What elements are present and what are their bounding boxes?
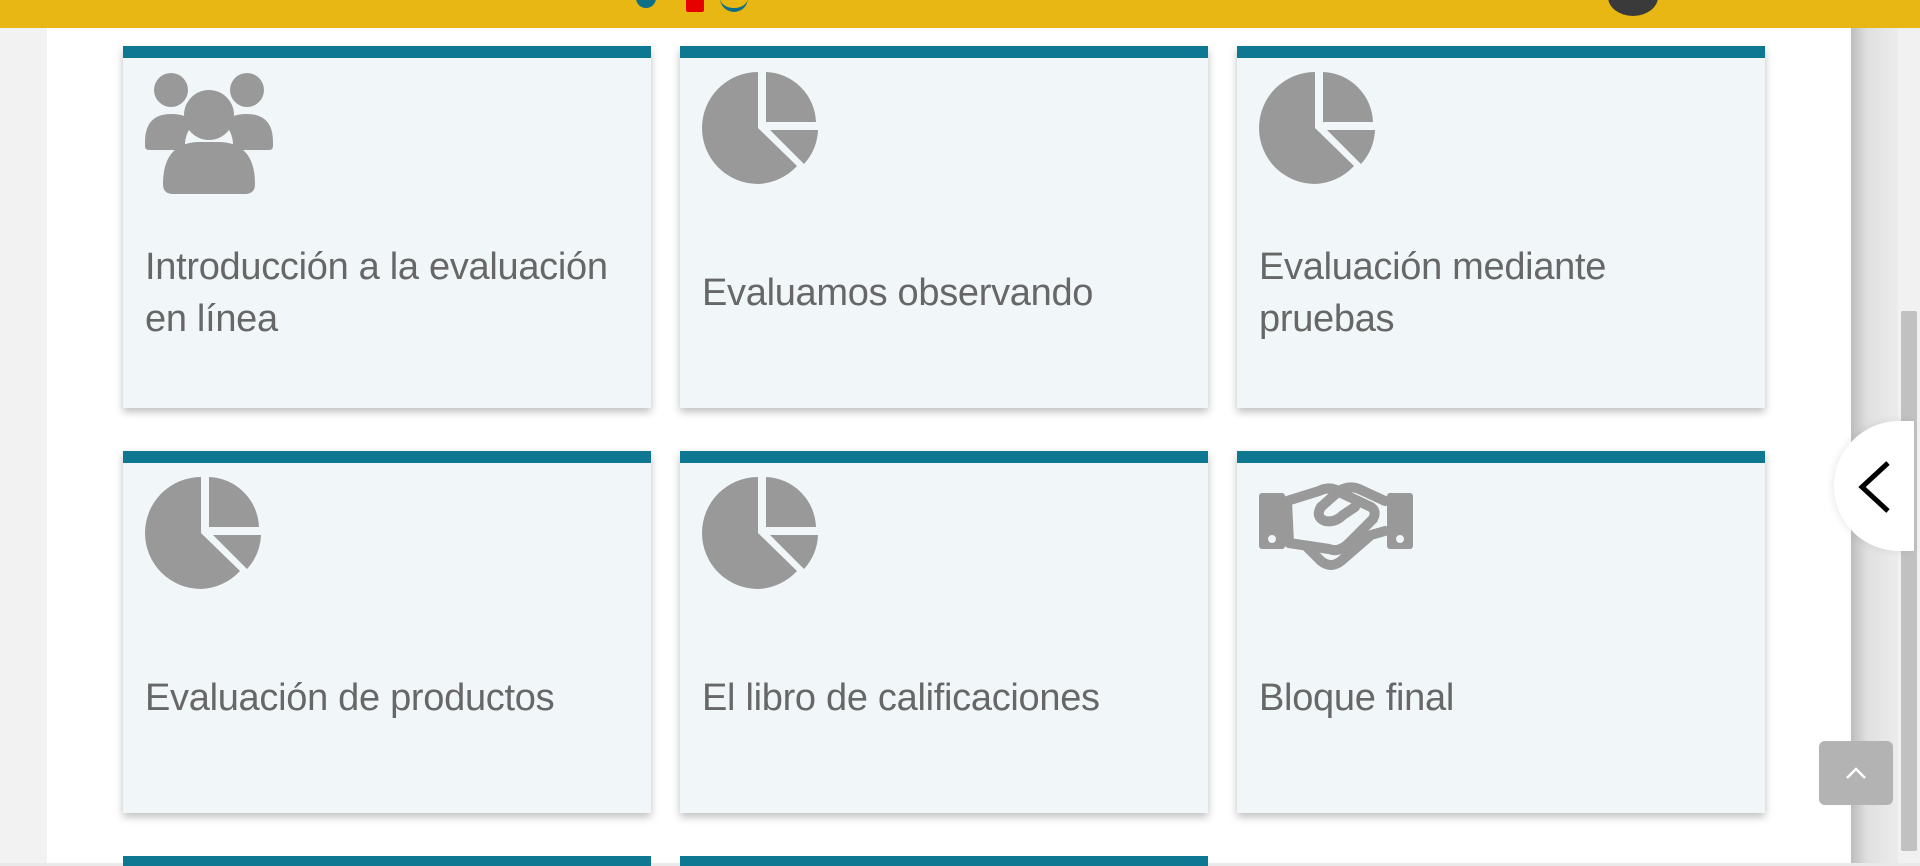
bell-icon[interactable] <box>636 0 656 8</box>
scrollbar-thumb[interactable] <box>1901 311 1917 851</box>
top-navbar <box>0 0 1920 28</box>
pie-chart-icon <box>702 477 820 594</box>
card-title[interactable]: Bloque final <box>1259 638 1745 758</box>
card-title[interactable]: Evaluamos observando <box>702 233 1188 353</box>
course-section-card[interactable]: Introducción a la evaluación en línea <box>123 46 651 408</box>
course-section-card[interactable]: Bloque final <box>1237 451 1765 813</box>
pie-chart-icon <box>1259 72 1377 189</box>
back-to-top-button[interactable] <box>1819 741 1893 805</box>
pie-chart-icon <box>702 72 820 189</box>
chevron-left-icon <box>1858 461 1890 513</box>
course-section-card-partial[interactable] <box>680 856 1208 866</box>
left-gutter <box>0 28 47 863</box>
course-section-card[interactable]: Evaluamos observando <box>680 46 1208 408</box>
pie-chart-icon <box>145 477 263 594</box>
handshake-icon <box>1259 477 1413 582</box>
card-title[interactable]: Introducción a la evaluación en línea <box>145 233 631 353</box>
course-section-card[interactable]: Evaluación mediante pruebas <box>1237 46 1765 408</box>
course-section-card[interactable]: Evaluación de productos <box>123 451 651 813</box>
course-section-card-partial[interactable] <box>123 856 651 866</box>
user-avatar[interactable] <box>1608 0 1658 16</box>
users-icon <box>145 72 273 199</box>
notification-badge <box>686 0 704 12</box>
chat-icon[interactable] <box>720 0 748 12</box>
card-title[interactable]: El libro de calificaciones <box>702 638 1188 758</box>
chevron-up-icon <box>1846 767 1866 779</box>
card-title[interactable]: Evaluación mediante pruebas <box>1259 233 1745 353</box>
card-title[interactable]: Evaluación de productos <box>145 638 631 758</box>
course-section-card[interactable]: El libro de calificaciones <box>680 451 1208 813</box>
